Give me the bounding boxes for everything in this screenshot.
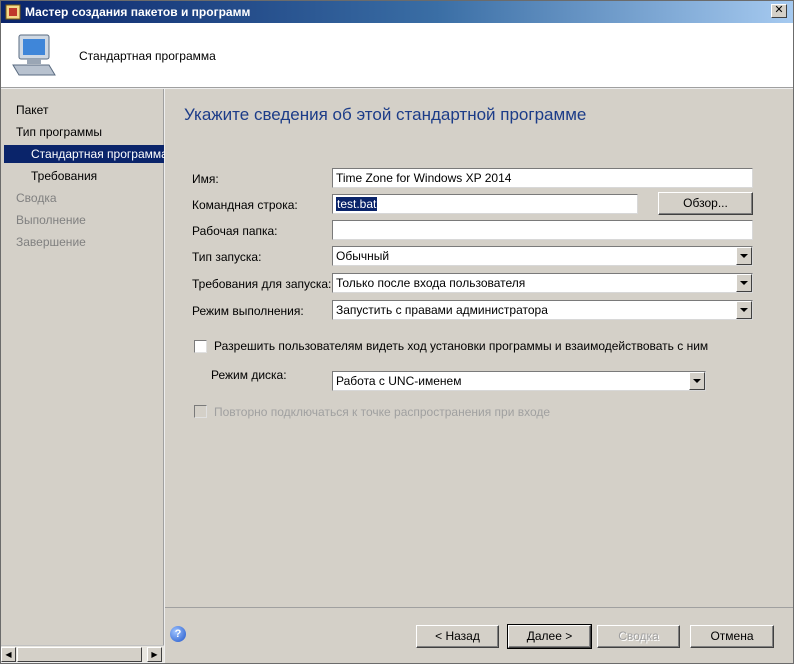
run-requirement-label: Требования для запуска: bbox=[192, 277, 332, 291]
chevron-down-icon[interactable] bbox=[689, 372, 705, 390]
help-icon[interactable]: ? bbox=[170, 626, 186, 642]
nav-item-standard-program[interactable]: Стандартная программа bbox=[4, 145, 168, 163]
browse-button[interactable]: Обзор... bbox=[658, 192, 753, 215]
wizard-nav: Пакет Тип программы Стандартная программ… bbox=[1, 89, 168, 645]
run-mode-label: Режим выполнения: bbox=[192, 304, 304, 318]
working-folder-input[interactable] bbox=[332, 220, 753, 240]
run-requirement-select[interactable]: Только после входа пользователя bbox=[332, 273, 753, 293]
page-heading: Укажите сведения об этой стандартной про… bbox=[184, 105, 587, 124]
command-line-input[interactable]: test.bat bbox=[332, 194, 638, 214]
command-line-value: test.bat bbox=[336, 197, 378, 211]
title-bar[interactable]: Мастер создания пакетов и программ ✕ bbox=[1, 1, 793, 23]
window-title: Мастер создания пакетов и программ bbox=[25, 5, 251, 19]
scroll-left-icon[interactable]: ◀ bbox=[1, 647, 16, 662]
allow-interact-label[interactable]: Разрешить пользователям видеть ход устан… bbox=[214, 339, 708, 353]
nav-item-completion: Завершение bbox=[16, 235, 86, 249]
reconnect-label: Повторно подключаться к точке распростра… bbox=[214, 405, 551, 419]
computer-icon bbox=[12, 34, 56, 76]
next-button[interactable]: Далее > bbox=[507, 624, 592, 649]
cancel-button[interactable]: Отмена bbox=[690, 625, 774, 648]
nav-item-execution: Выполнение bbox=[16, 213, 86, 227]
nav-item-summary: Сводка bbox=[16, 191, 57, 205]
allow-interact-checkbox[interactable] bbox=[194, 340, 207, 353]
nav-item-package[interactable]: Пакет bbox=[16, 101, 48, 119]
working-folder-label: Рабочая папка: bbox=[192, 224, 278, 238]
scroll-thumb[interactable] bbox=[17, 647, 142, 662]
command-line-label: Командная строка: bbox=[192, 198, 298, 212]
nav-horizontal-scrollbar[interactable]: ◀ ▶ bbox=[1, 645, 164, 662]
run-type-label: Тип запуска: bbox=[192, 250, 262, 264]
nav-item-program-type[interactable]: Тип программы bbox=[16, 123, 102, 141]
wizard-app-icon bbox=[5, 4, 21, 20]
reconnect-checkbox bbox=[194, 405, 207, 418]
disk-mode-label: Режим диска: bbox=[211, 368, 287, 382]
disk-mode-value: Работа с UNC-именем bbox=[336, 374, 462, 388]
name-input[interactable]: Time Zone for Windows XP 2014 bbox=[332, 168, 753, 188]
wizard-window: Мастер создания пакетов и программ ✕ Ста… bbox=[0, 0, 794, 664]
back-button[interactable]: < Назад bbox=[416, 625, 499, 648]
header-banner: Стандартная программа bbox=[1, 23, 793, 88]
chevron-down-icon[interactable] bbox=[736, 247, 752, 265]
run-type-value: Обычный bbox=[336, 249, 390, 263]
run-type-select[interactable]: Обычный bbox=[332, 246, 753, 266]
close-button[interactable]: ✕ bbox=[771, 4, 787, 18]
wizard-footer: ? < Назад Далее > Сводка Отмена bbox=[165, 607, 793, 663]
summary-button: Сводка bbox=[597, 625, 680, 648]
scroll-right-icon[interactable]: ▶ bbox=[147, 647, 162, 662]
banner-title: Стандартная программа bbox=[79, 49, 216, 63]
run-mode-value: Запустить с правами администратора bbox=[336, 303, 548, 317]
name-label: Имя: bbox=[192, 172, 219, 186]
main-panel: Укажите сведения об этой стандартной про… bbox=[165, 89, 793, 609]
disk-mode-select[interactable]: Работа с UNC-именем bbox=[332, 371, 706, 391]
run-requirement-value: Только после входа пользователя bbox=[336, 276, 526, 290]
chevron-down-icon[interactable] bbox=[736, 274, 752, 292]
nav-item-requirements[interactable]: Требования bbox=[31, 167, 97, 185]
run-mode-select[interactable]: Запустить с правами администратора bbox=[332, 300, 753, 320]
chevron-down-icon[interactable] bbox=[736, 301, 752, 319]
